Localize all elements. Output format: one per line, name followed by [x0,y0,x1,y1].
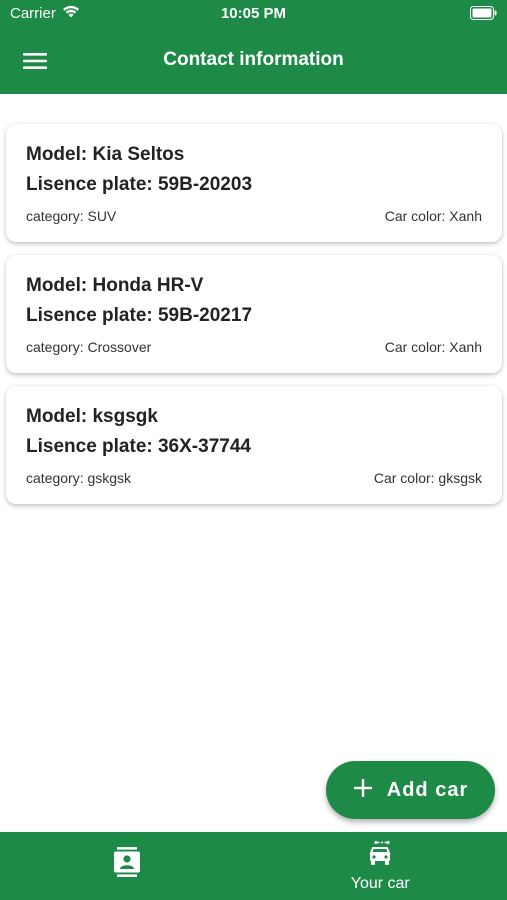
add-car-label: Add car [386,778,469,801]
car-category: category: Crossover [26,339,152,355]
status-bar: Carrier 10:05 PM [0,0,507,28]
contact-card-icon [113,846,140,882]
car-category: category: SUV [26,208,117,224]
car-category: category: gskgsk [26,470,132,486]
car-list: Model: Kia Seltos Lisence plate: 59B-202… [6,124,502,517]
plus-icon [353,778,373,803]
car-color: Car color: Xanh [384,339,482,355]
car-color: Car color: Xanh [384,208,482,224]
add-car-button[interactable]: Add car [326,761,495,819]
nav-label-your-car: Your car [350,874,410,892]
car-card[interactable]: Model: Honda HR-V Lisence plate: 59B-202… [6,255,502,373]
status-time: 10:05 PM [220,5,287,22]
car-license-plate: Lisence plate: 36X-37744 [26,436,251,457]
battery-icon [470,6,497,24]
top-app-bar: Carrier 10:05 PM Contact information [0,0,507,94]
car-icon [368,840,392,871]
car-license-plate: Lisence plate: 59B-20203 [26,174,253,195]
car-model: Model: Honda HR-V [26,275,204,296]
app-bar: Contact information [0,38,507,82]
car-model: Model: ksgsgk [26,406,158,427]
car-card[interactable]: Model: ksgsgk Lisence plate: 36X-37744 c… [6,386,502,504]
nav-item-contact[interactable] [0,832,254,900]
car-license-plate: Lisence plate: 59B-20217 [26,305,253,326]
nav-item-your-car[interactable]: Your car [254,832,507,900]
bottom-navigation: Your car [0,832,507,900]
car-card[interactable]: Model: Kia Seltos Lisence plate: 59B-202… [6,124,502,242]
page-title: Contact information [163,49,344,70]
car-model: Model: Kia Seltos [26,144,185,165]
car-color: Car color: gksgsk [373,470,482,486]
